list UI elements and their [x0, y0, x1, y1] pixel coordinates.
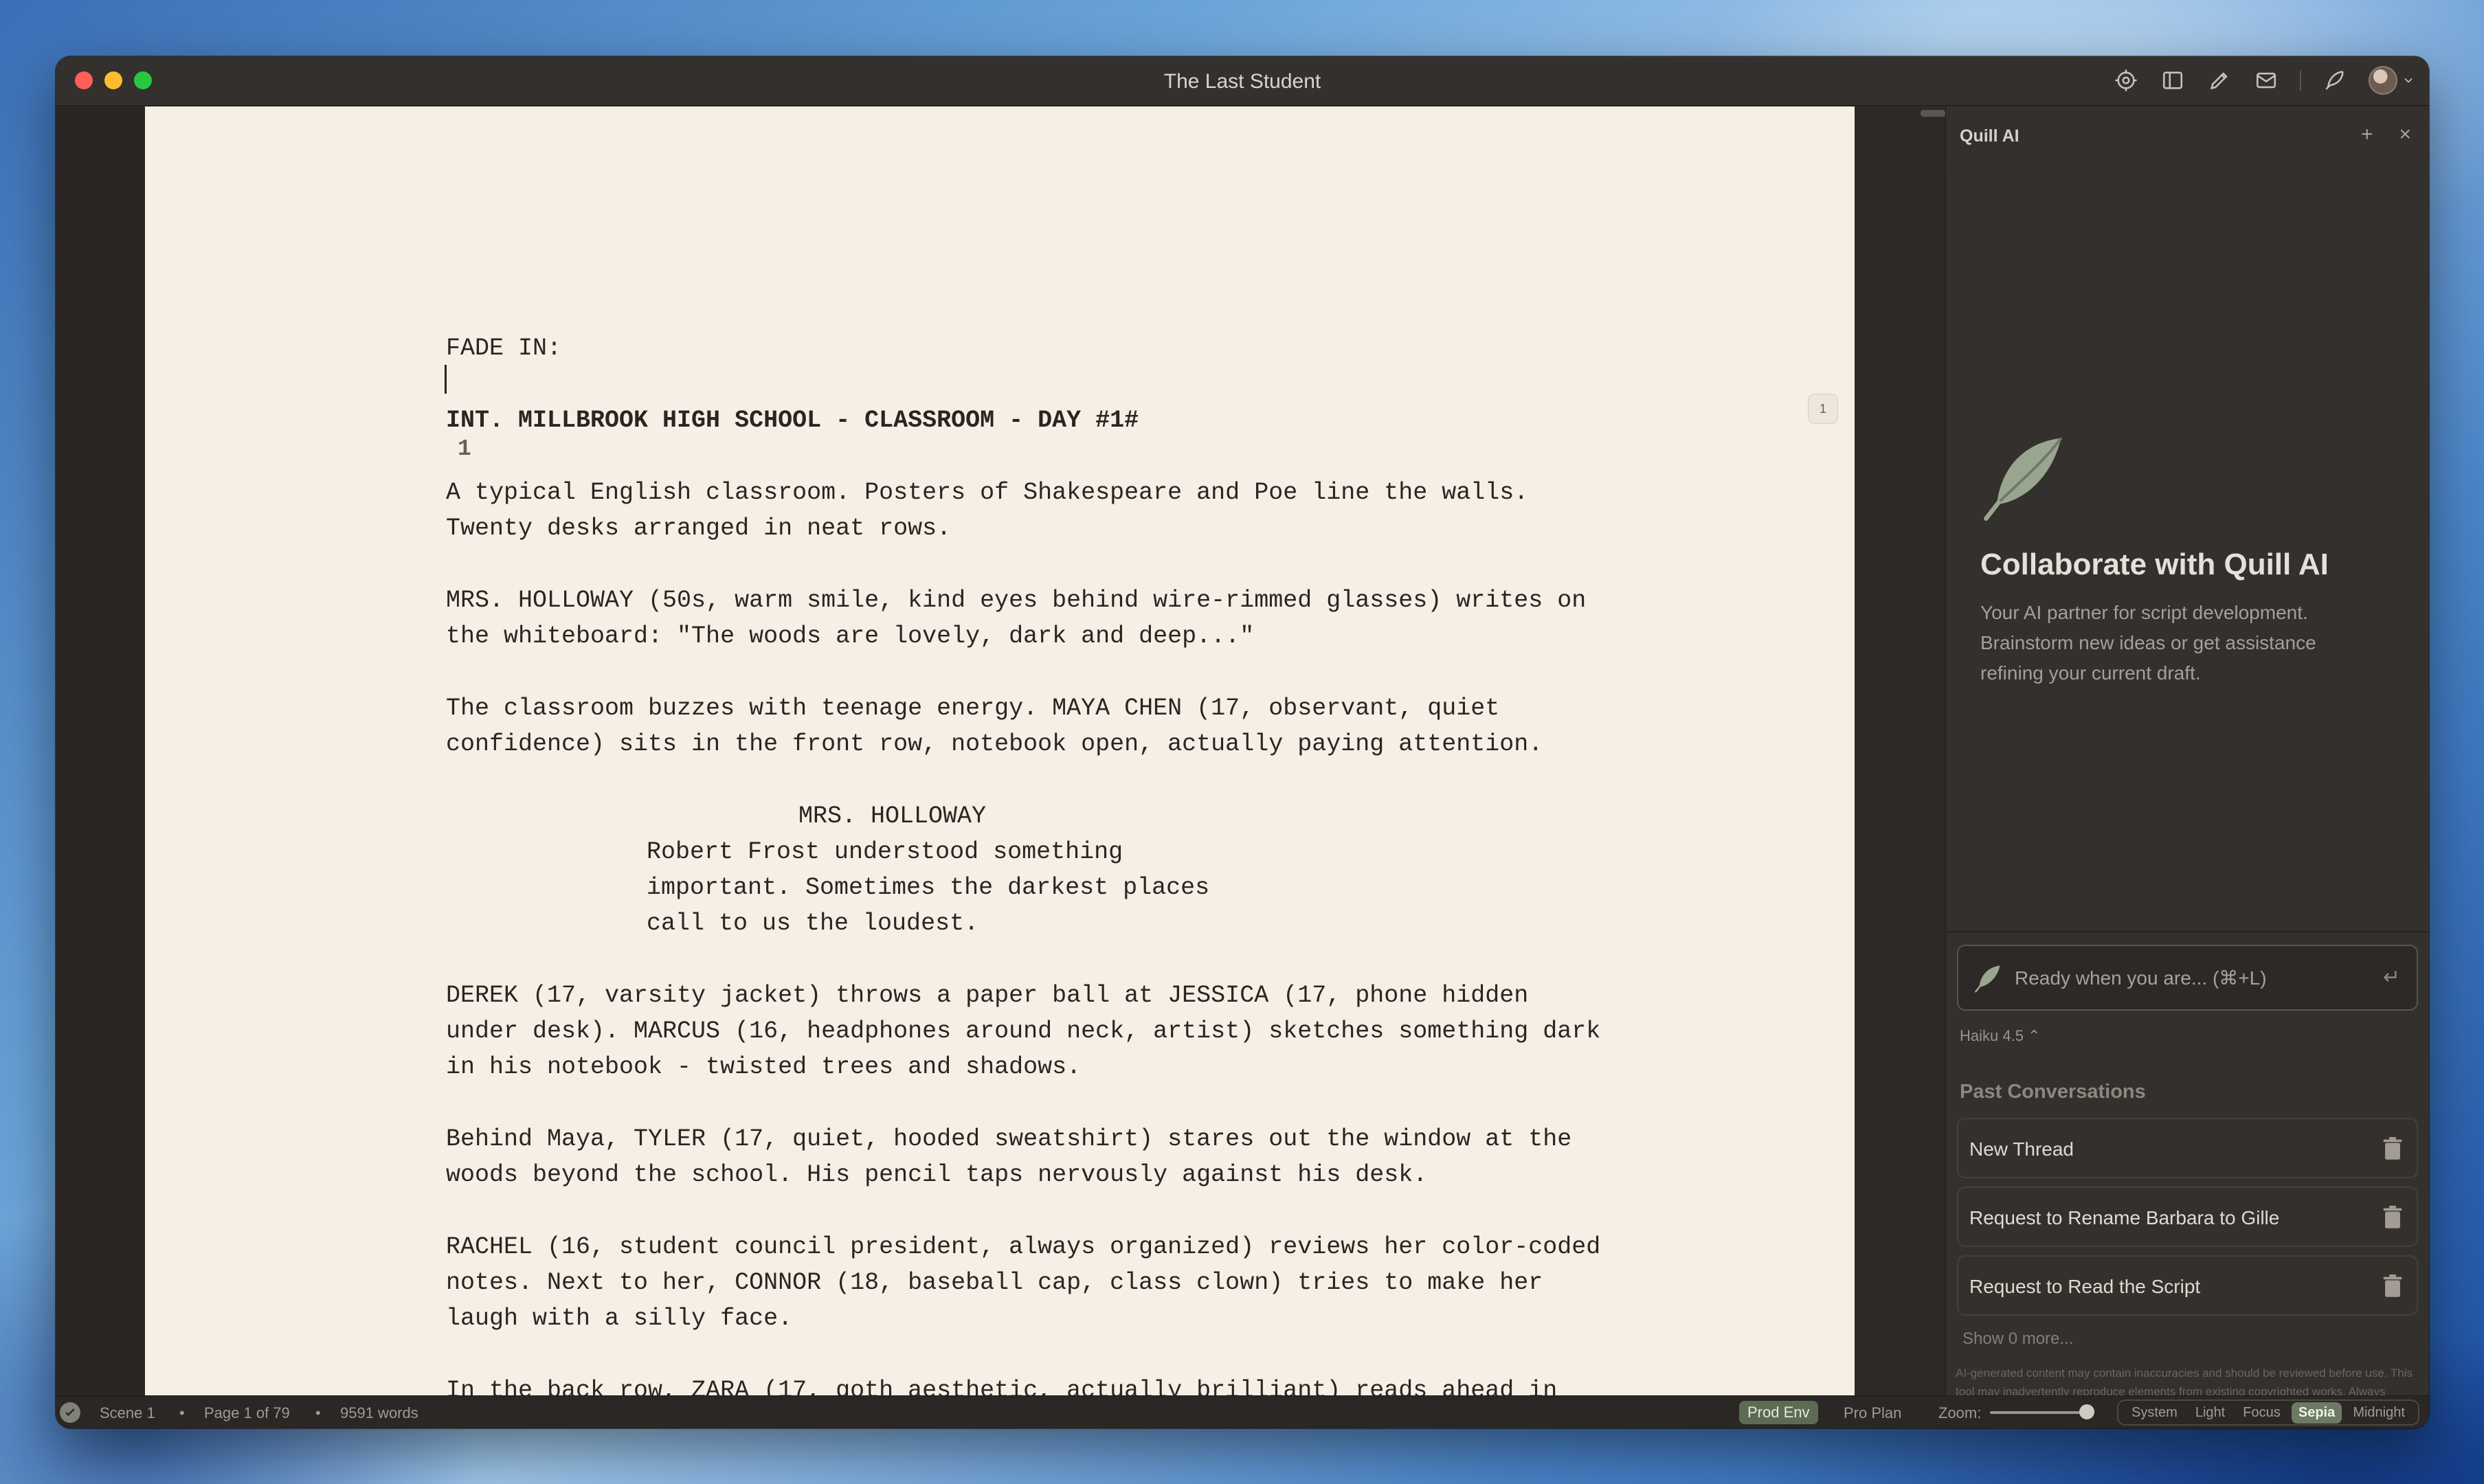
mail-icon[interactable] — [2253, 67, 2279, 93]
conversation-item[interactable]: Request to Rename Barbara to Gille — [1957, 1187, 2418, 1247]
title-bar: The Last Student — [56, 56, 2429, 106]
window-title: The Last Student — [1163, 70, 1321, 93]
scene-heading[interactable]: INT. MILLBROOK HIGH SCHOOL - CLASSROOM -… — [446, 403, 1139, 439]
zoom-slider[interactable] — [1990, 1411, 2085, 1414]
panel-header: Quill AI + × — [1946, 106, 2429, 168]
avatar[interactable] — [2369, 66, 2397, 95]
action-line[interactable]: MRS. HOLLOWAY (50s, warm smile, kind eye… — [446, 583, 1586, 619]
conversation-label: Request to Read the Script — [1969, 1276, 2201, 1297]
page-number-badge: 1 — [1808, 394, 1838, 424]
new-chat-icon[interactable]: + — [2361, 124, 2373, 145]
trash-icon[interactable] — [2382, 1206, 2403, 1229]
theme-switcher: System Light Focus Sepia Midnight — [2117, 1399, 2419, 1426]
zoom-slider-handle[interactable] — [2079, 1404, 2094, 1419]
status-separator: • — [315, 1404, 321, 1421]
action-line[interactable]: confidence) sits in the front row, noteb… — [446, 726, 1543, 763]
dialogue-line[interactable]: important. Sometimes the darkest places — [647, 870, 1209, 906]
app-window: The Last Student 1 1 FADE IN: INT. MILLB… — [56, 56, 2429, 1428]
action-line[interactable]: A typical English classroom. Posters of … — [446, 475, 1528, 511]
action-line[interactable]: FADE IN: — [446, 330, 561, 367]
sidebar-icon[interactable] — [2160, 67, 2186, 93]
plan-label[interactable]: Pro Plan — [1844, 1404, 1901, 1422]
dialogue-line[interactable]: call to us the loudest. — [647, 906, 978, 942]
close-icon[interactable]: × — [2399, 124, 2411, 145]
chat-input[interactable]: Ready when you are... (⌘+L) ↵ — [1957, 945, 2418, 1011]
toolbar-divider — [2300, 70, 2301, 91]
conversation-item[interactable]: Request to Read the Script — [1957, 1255, 2418, 1316]
feather-icon — [1975, 965, 2000, 993]
pencil-icon[interactable] — [2206, 67, 2233, 93]
chat-input-placeholder: Ready when you are... (⌘+L) — [2015, 967, 2267, 989]
trash-icon[interactable] — [2382, 1137, 2403, 1160]
action-line[interactable]: notes. Next to her, CONNOR (18, baseball… — [446, 1265, 1543, 1301]
enter-icon[interactable]: ↵ — [2383, 965, 2400, 989]
panel-divider — [1946, 931, 2429, 932]
scene-number: 1 — [458, 436, 471, 462]
chevron-down-icon — [2404, 78, 2413, 83]
text-caret — [445, 365, 447, 394]
feather-icon[interactable] — [2322, 67, 2348, 93]
action-line[interactable]: woods beyond the school. His pencil taps… — [446, 1157, 1427, 1193]
conversation-label: Request to Rename Barbara to Gille — [1969, 1207, 2280, 1228]
quill-ai-panel: Quill AI + × Collaborate with Quill AI Y… — [1945, 106, 2429, 1417]
trash-icon[interactable] — [2382, 1274, 2403, 1298]
action-line[interactable]: the whiteboard: "The woods are lovely, d… — [446, 618, 1254, 655]
conversation-label: New Thread — [1969, 1138, 2074, 1160]
action-line[interactable]: The classroom buzzes with teenage energy… — [446, 690, 1499, 727]
target-icon[interactable] — [2113, 67, 2139, 93]
word-count: 9591 words — [340, 1404, 418, 1421]
show-more-link[interactable]: Show 0 more... — [1962, 1329, 2073, 1349]
env-badge: Prod Env — [1739, 1401, 1818, 1424]
action-line[interactable]: Twenty desks arranged in neat rows. — [446, 510, 951, 547]
character-name[interactable]: MRS. HOLLOWAY — [798, 798, 986, 835]
check-icon — [60, 1402, 80, 1423]
conversation-item[interactable]: New Thread — [1957, 1118, 2418, 1178]
scrollbar-track[interactable] — [1921, 106, 1945, 1395]
zoom-label: Zoom: — [1938, 1404, 1982, 1421]
action-line[interactable]: in his notebook - twisted trees and shad… — [446, 1049, 1081, 1086]
account-menu[interactable] — [2369, 66, 2415, 95]
script-page[interactable]: 1 1 FADE IN: INT. MILLBROOK HIGH SCHOOL -… — [145, 106, 1855, 1404]
action-line[interactable]: laugh with a silly face. — [446, 1301, 792, 1337]
action-line[interactable]: DEREK (17, varsity jacket) throws a pape… — [446, 978, 1528, 1014]
action-line[interactable]: Behind Maya, TYLER (17, quiet, hooded sw… — [446, 1121, 1571, 1158]
status-bar: Scene 1 • Page 1 of 79 • 9591 words Prod… — [56, 1395, 2429, 1428]
theme-sepia[interactable]: Sepia — [2291, 1402, 2342, 1424]
action-line[interactable]: RACHEL (16, student council president, a… — [446, 1229, 1600, 1266]
theme-system[interactable]: System — [2125, 1402, 2184, 1424]
action-line[interactable]: under desk). MARCUS (16, headphones arou… — [446, 1013, 1600, 1050]
theme-light[interactable]: Light — [2189, 1402, 2232, 1424]
feather-icon — [1984, 437, 2063, 521]
status-separator: • — [179, 1404, 185, 1421]
scrollbar-thumb[interactable] — [1921, 110, 1945, 117]
scene-indicator[interactable]: Scene 1 — [100, 1404, 155, 1422]
theme-midnight[interactable]: Midnight — [2346, 1402, 2412, 1424]
panel-title: Quill AI — [1960, 126, 2019, 146]
page-indicator[interactable]: Page 1 of 79 — [204, 1404, 290, 1422]
toolbar-icons — [2113, 66, 2415, 95]
collab-description: Your AI partner for script development. … — [1980, 602, 2316, 684]
collab-title: Collaborate with Quill AI — [1980, 548, 2329, 581]
past-conversations-title: Past Conversations — [1960, 1081, 2146, 1103]
model-selector[interactable]: Haiku 4.5 ⌃ — [1960, 1027, 2041, 1045]
dialogue-line[interactable]: Robert Frost understood something — [647, 834, 1123, 870]
theme-focus[interactable]: Focus — [2236, 1402, 2287, 1424]
